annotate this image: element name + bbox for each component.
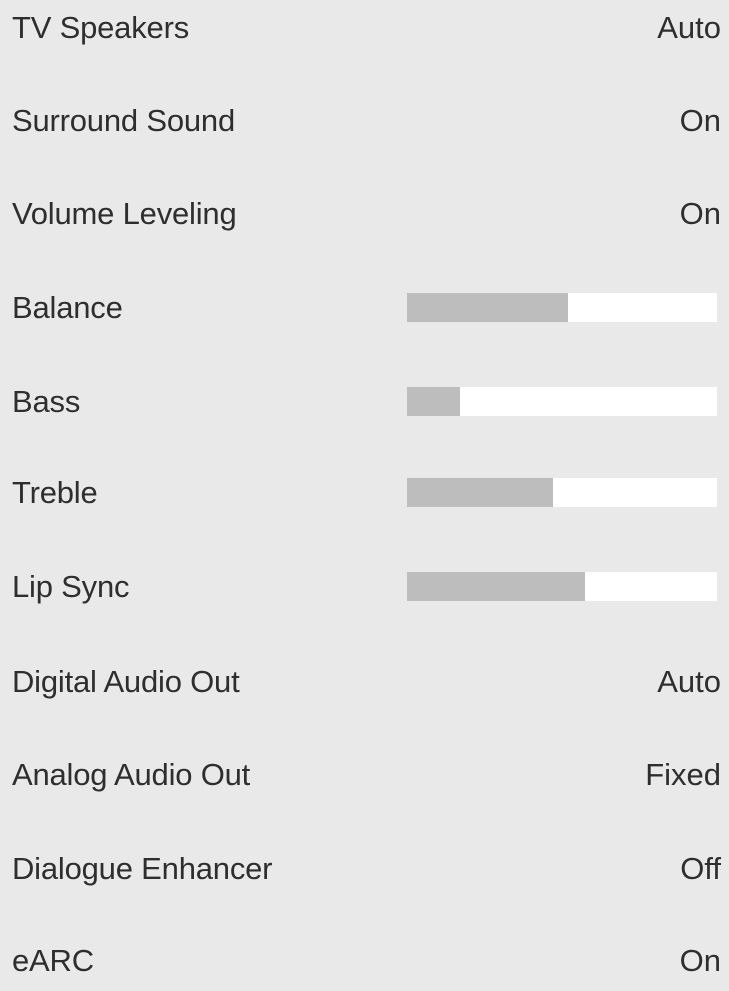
lip-sync-slider[interactable] (407, 572, 717, 601)
menu-row-lip-sync[interactable]: Lip Sync (0, 557, 729, 617)
bass-slider[interactable] (407, 387, 717, 416)
menu-row-value: Off (680, 851, 721, 886)
balance-slider[interactable] (407, 293, 717, 322)
bass-slider-fill (407, 387, 460, 416)
menu-row-label: Volume Leveling (12, 196, 237, 231)
menu-row-value: Fixed (645, 757, 721, 792)
menu-row-value: On (679, 196, 721, 231)
audio-settings-menu: TV Speakers Auto Surround Sound On Volum… (0, 0, 729, 978)
menu-row-label: Dialogue Enhancer (12, 851, 273, 886)
menu-row-value: On (679, 103, 721, 138)
menu-row-analog-audio-out[interactable]: Analog Audio Out Fixed (0, 745, 729, 805)
menu-row-bass[interactable]: Bass (0, 372, 729, 432)
menu-row-value: Auto (657, 664, 721, 699)
menu-row-treble[interactable]: Treble (0, 463, 729, 523)
treble-slider[interactable] (407, 478, 717, 507)
menu-row-tv-speakers[interactable]: TV Speakers Auto (0, 0, 729, 58)
menu-row-label: Digital Audio Out (12, 664, 240, 699)
menu-row-label: TV Speakers (12, 10, 189, 45)
menu-row-digital-audio-out[interactable]: Digital Audio Out Auto (0, 652, 729, 712)
balance-slider-fill (407, 293, 569, 322)
menu-row-earc[interactable]: eARC On (0, 931, 729, 991)
menu-row-label: Analog Audio Out (12, 757, 251, 792)
menu-row-value: On (679, 943, 721, 978)
menu-row-volume-leveling[interactable]: Volume Leveling On (0, 184, 729, 244)
menu-row-balance[interactable]: Balance (0, 278, 729, 338)
menu-row-dialogue-enhancer[interactable]: Dialogue Enhancer Off (0, 839, 729, 899)
lip-sync-slider-fill (407, 572, 586, 601)
menu-row-label: eARC (12, 943, 94, 978)
menu-row-value: Auto (657, 10, 721, 45)
treble-slider-fill (407, 478, 553, 507)
menu-row-surround-sound[interactable]: Surround Sound On (0, 91, 729, 151)
menu-row-label: Surround Sound (12, 103, 235, 138)
